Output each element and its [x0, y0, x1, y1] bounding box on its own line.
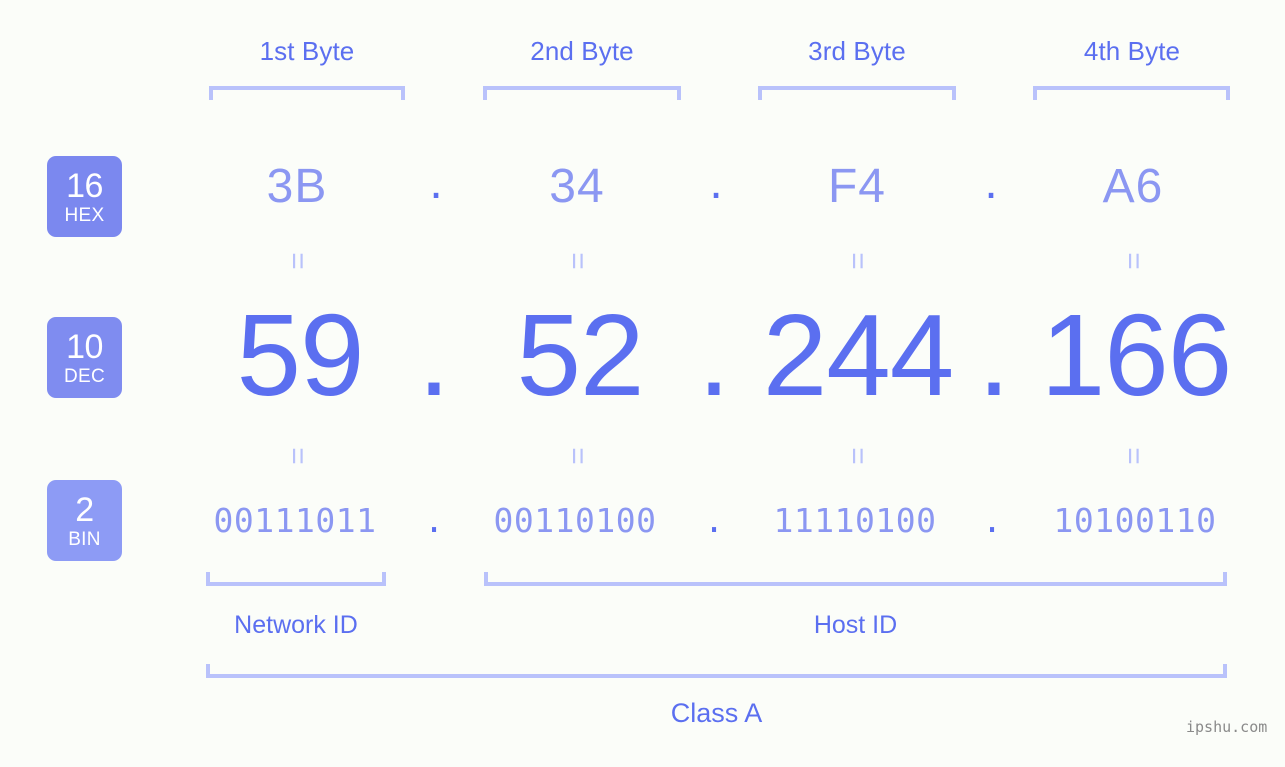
- badge-hex-name: HEX: [64, 204, 105, 226]
- badge-hex-base: 16: [66, 166, 103, 205]
- hex-separator-2: .: [709, 156, 723, 209]
- class-label: Class A: [670, 698, 763, 728]
- ip-breakdown-diagram: 1st Byte 2nd Byte 3rd Byte 4th Byte 16 H…: [0, 0, 1285, 767]
- badge-bin-base: 2: [75, 490, 94, 529]
- dec-byte-1: 59: [236, 290, 364, 420]
- hex-byte-2: 34: [549, 160, 605, 213]
- badge-bin: 2 BIN: [47, 480, 122, 561]
- equals-dec-bin-4: =: [1117, 447, 1150, 465]
- host-id-label: Host ID: [813, 611, 898, 639]
- byte-header-1: 1st Byte: [259, 36, 355, 66]
- equals-hex-dec-2: =: [561, 252, 594, 270]
- host-id-bracket: [484, 572, 1227, 586]
- hex-separator-3: .: [984, 156, 998, 209]
- bin-byte-1: 00111011: [213, 501, 377, 540]
- bin-byte-2: 00110100: [493, 501, 657, 540]
- byte-bracket-3: [758, 86, 956, 100]
- badge-dec-base: 10: [66, 327, 103, 366]
- hex-byte-4: A6: [1102, 160, 1164, 213]
- equals-hex-dec-1: =: [281, 252, 314, 270]
- dec-byte-2: 52: [516, 290, 644, 420]
- equals-dec-bin-2: =: [561, 447, 594, 465]
- class-bracket: [206, 664, 1227, 678]
- equals-hex-dec-3: =: [841, 252, 874, 270]
- equals-hex-dec-4: =: [1117, 252, 1150, 270]
- hex-byte-3: F4: [827, 160, 886, 213]
- hex-separator-1: .: [429, 156, 443, 209]
- equals-dec-bin-3: =: [841, 447, 874, 465]
- dec-separator-3: .: [977, 290, 1011, 420]
- byte-bracket-2: [483, 86, 681, 100]
- byte-header-4: 4th Byte: [1083, 36, 1181, 66]
- bin-separator-3: .: [982, 501, 1002, 540]
- bin-byte-3: 11110100: [773, 501, 937, 540]
- badge-bin-name: BIN: [68, 528, 101, 550]
- dec-separator-1: .: [417, 290, 451, 420]
- dec-separator-2: .: [697, 290, 731, 420]
- network-id-bracket: [206, 572, 386, 586]
- dec-byte-3: 244: [762, 290, 955, 420]
- equals-dec-bin-1: =: [281, 447, 314, 465]
- badge-dec: 10 DEC: [47, 317, 122, 398]
- byte-bracket-4: [1033, 86, 1230, 100]
- dec-byte-4: 166: [1040, 290, 1233, 420]
- badge-dec-name: DEC: [63, 365, 105, 387]
- byte-header-3: 3rd Byte: [808, 36, 906, 66]
- site-watermark: ipshu.com: [1186, 718, 1268, 736]
- bin-separator-1: .: [424, 501, 444, 540]
- byte-bracket-1: [209, 86, 405, 100]
- bin-byte-4: 10100110: [1053, 501, 1217, 540]
- hex-byte-1: 3B: [266, 160, 328, 213]
- network-id-label: Network ID: [234, 611, 358, 639]
- badge-hex: 16 HEX: [47, 156, 122, 237]
- bin-separator-2: .: [704, 501, 724, 540]
- byte-header-2: 2nd Byte: [530, 36, 634, 66]
